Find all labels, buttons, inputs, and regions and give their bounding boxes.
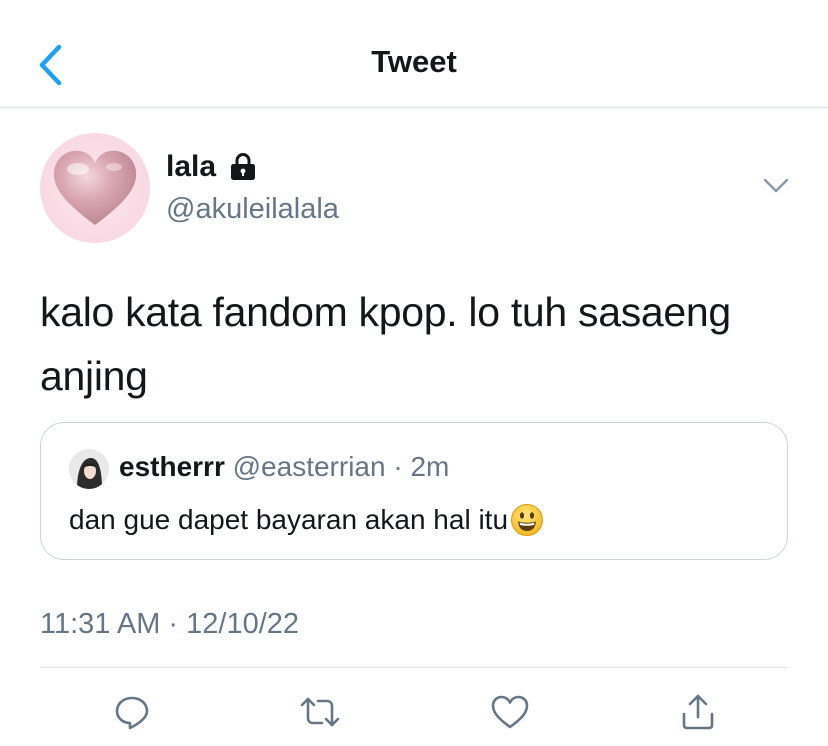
- author-avatar[interactable]: [40, 133, 150, 243]
- tweet-timestamp[interactable]: 11:31 AM · 12/10/22: [40, 608, 299, 641]
- like-button[interactable]: [488, 690, 532, 734]
- chevron-down-icon: [763, 178, 789, 193]
- top-nav-bar: Tweet: [0, 0, 828, 108]
- quoted-tweet-time: 2m: [410, 451, 450, 482]
- reply-button[interactable]: [110, 690, 154, 734]
- quoted-meta-separator: ·: [385, 451, 411, 482]
- tweet-detail-screen: Tweet lala @akuleilalala kalo kata fando…: [0, 0, 828, 746]
- reply-icon: [115, 696, 149, 730]
- more-options-button[interactable]: [762, 176, 790, 196]
- tweet-text: kalo kata fandom kpop. lo tuh sasaeng an…: [40, 289, 731, 399]
- quoted-tweet-text: dan gue dapet bayaran akan hal itu: [69, 504, 509, 535]
- quoted-author-avatar: [69, 449, 109, 489]
- page-title: Tweet: [371, 44, 457, 79]
- retweet-button[interactable]: [298, 690, 342, 734]
- quoted-tweet-text-row: dan gue dapet bayaran akan hal itu: [69, 503, 544, 537]
- lock-icon: [231, 153, 255, 180]
- share-button[interactable]: [676, 690, 720, 734]
- quoted-tweet-card[interactable]: estherrr @easterrian · 2m dan gue dapet …: [40, 422, 788, 560]
- retweet-icon: [300, 697, 340, 727]
- like-icon: [491, 695, 529, 729]
- author-name[interactable]: lala: [166, 150, 216, 184]
- quoted-tweet-header: estherrr @easterrian · 2m: [119, 451, 449, 483]
- quoted-author-name: estherrr: [119, 451, 225, 482]
- author-handle[interactable]: @akuleilalala: [166, 193, 339, 226]
- quoted-author-handle: @easterrian: [232, 451, 386, 482]
- heart-icon: [53, 150, 137, 225]
- grinning-face-icon: [511, 504, 544, 536]
- share-icon: [682, 694, 714, 730]
- profile-photo-icon: [69, 449, 109, 489]
- divider: [40, 667, 788, 668]
